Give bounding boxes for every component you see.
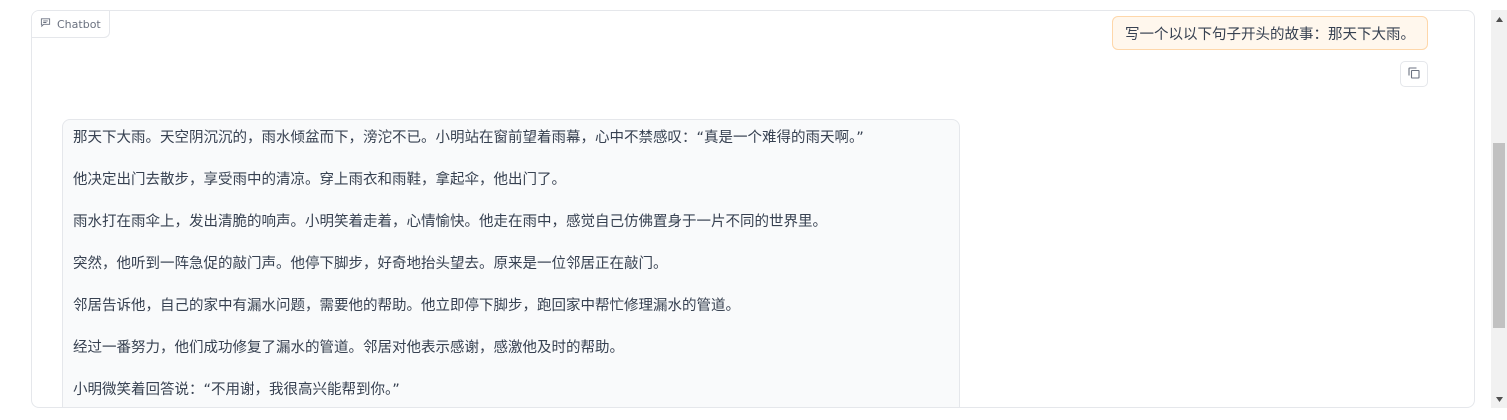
copy-button[interactable] (1400, 61, 1428, 87)
copy-icon (1407, 65, 1421, 84)
bot-paragraph: 他决定出门去散步，享受雨中的清凉。穿上雨衣和雨鞋，拿起伞，他出门了。 (73, 172, 566, 188)
vertical-scrollbar[interactable] (1491, 10, 1507, 408)
bot-message: 那天下大雨。天空阴沉沉的，雨水倾盆而下，滂沱不已。小明站在窗前望着雨幕，心中不禁… (62, 119, 960, 407)
chatbot-panel: Chatbot 写一个以以下句子开头的故事：那天下大雨。 那天下大雨。天空阴沉沉… (31, 10, 1475, 408)
chatbot-label: Chatbot (32, 11, 110, 38)
bot-paragraph: 雨水打在雨伞上，发出清脆的响声。小明笑着走着，心情愉快。他走在雨中，感觉自己仿佛… (73, 214, 827, 230)
user-message: 写一个以以下句子开头的故事：那天下大雨。 (1112, 16, 1428, 50)
scroll-up-arrow-icon[interactable] (1491, 12, 1507, 26)
chatbot-label-text: Chatbot (57, 17, 101, 31)
bot-paragraph: 那天下大雨。天空阴沉沉的，雨水倾盆而下，滂沱不已。小明站在窗前望着雨幕，心中不禁… (73, 130, 864, 146)
scrollbar-thumb[interactable] (1493, 143, 1505, 328)
bot-paragraph: 邻居告诉他，自己的家中有漏水问题，需要他的帮助。他立即停下脚步，跑回家中帮忙修理… (73, 298, 740, 314)
bot-paragraph: 小明微笑着回答说：“不用谢，我很高兴能帮到你。” (73, 382, 400, 398)
user-message-text: 写一个以以下句子开头的故事：那天下大雨。 (1125, 26, 1415, 43)
bot-paragraph: 经过一番努力，他们成功修复了漏水的管道。邻居对他表示感谢，感激他及时的帮助。 (73, 340, 624, 356)
chat-icon (40, 17, 51, 31)
bot-paragraph: 突然，他听到一阵急促的敲门声。他停下脚步，好奇地抬头望去。原来是一位邻居正在敲门… (73, 256, 668, 272)
scroll-down-arrow-icon[interactable] (1491, 392, 1507, 406)
